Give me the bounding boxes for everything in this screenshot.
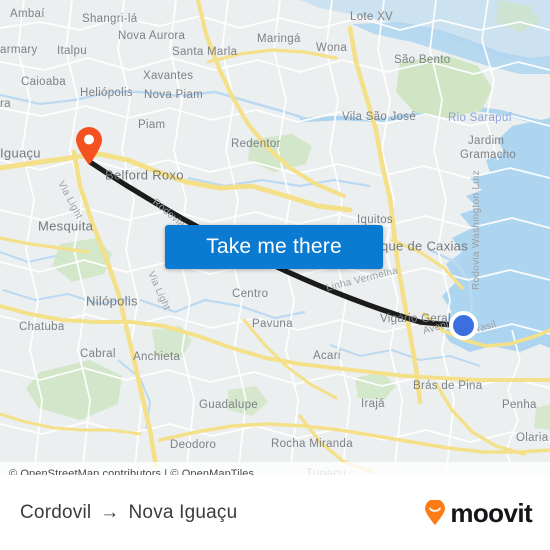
moovit-trip-map-screen: Via Light Rodovia Via Light Linha Vermelha R… [0, 0, 550, 550]
map-place-label: Deodoro [170, 439, 216, 451]
origin-pin-marker[interactable] [74, 126, 104, 166]
map-place-label: Centro [232, 288, 268, 300]
map-place-label: Wona [316, 42, 347, 54]
map-place-label: armary [0, 44, 38, 56]
map-place-label: Jardim [468, 135, 504, 147]
take-me-there-button[interactable]: Take me there [165, 225, 383, 269]
trip-origin-label: Cordovil [20, 501, 92, 523]
map-place-label: Irajá [361, 398, 385, 410]
map-attribution-text[interactable]: © OpenStreetMap contributors | © OpenMap… [9, 468, 254, 476]
map-place-label: Vigário Geral [380, 313, 451, 325]
map-place-label: Redentor [231, 138, 281, 150]
map-road-label: Rodovia Washington Luiz [471, 170, 482, 290]
map-place-label: Nova Aurora [118, 30, 186, 42]
destination-dot-inner [453, 315, 474, 336]
map-place-label: que de Caxias [381, 239, 468, 254]
map-place-label: Xavantes [143, 70, 193, 82]
map-place-label: Gramacho [460, 149, 516, 161]
map-place-label: Rio Sarapuí [448, 112, 513, 124]
map-place-label: Pavuna [252, 318, 293, 330]
map-place-label: Belford Roxo [105, 168, 184, 183]
map-attribution: © OpenStreetMap contributors | © OpenMap… [0, 462, 550, 475]
map-place-label: Italpu [57, 45, 87, 57]
map-place-label: Olaria [516, 432, 549, 444]
map-place-label: Anchieta [133, 351, 180, 363]
moovit-pin-icon [425, 499, 446, 525]
map-place-label: ra [0, 98, 11, 110]
map-place-label: Penha [502, 399, 537, 411]
map-place-label: São Bento [394, 54, 450, 66]
trip-destination-label: Nova Iguaçu [128, 501, 238, 523]
moovit-wordmark: moovit [450, 497, 532, 528]
map-place-label: Rocha Miranda [271, 438, 353, 450]
map-place-label: Lote XV [350, 11, 393, 23]
map-place-label: Mesquita [38, 219, 94, 234]
map-place-label: Caioaba [21, 76, 66, 88]
map-place-label: Vila São José [342, 111, 416, 123]
map-place-label: Ambaí [10, 8, 45, 20]
map-place-label: Maringá [257, 33, 301, 45]
map-pin-icon [76, 127, 102, 165]
footer-bar: Cordovil → Nova Iguaçu moovit [0, 475, 550, 550]
map-place-label: Iguaçu [0, 146, 41, 161]
map-place-label: Nova Piam [144, 89, 203, 101]
trip-summary: Cordovil → Nova Iguaçu [20, 502, 237, 524]
moovit-logo[interactable]: moovit [422, 497, 533, 528]
map-place-label: Heliópolis [80, 87, 133, 99]
map-place-label: Nilópolis [86, 294, 138, 309]
map-place-label: Brás de Pina [413, 380, 483, 392]
map-place-label: Guadalupe [199, 399, 258, 411]
map-place-label: Cabral [80, 348, 116, 360]
arrow-right-icon: → [100, 502, 120, 523]
map-place-label: Piam [138, 119, 165, 131]
map-place-label: Santa Marla [172, 46, 238, 58]
map-place-label: Shangri-lá [82, 13, 138, 25]
map-place-label: Chatuba [19, 321, 65, 333]
map-place-label: Acari [313, 350, 341, 362]
destination-dot-marker[interactable] [449, 311, 478, 340]
map-canvas[interactable]: Via Light Rodovia Via Light Linha Vermelha R… [0, 0, 550, 475]
